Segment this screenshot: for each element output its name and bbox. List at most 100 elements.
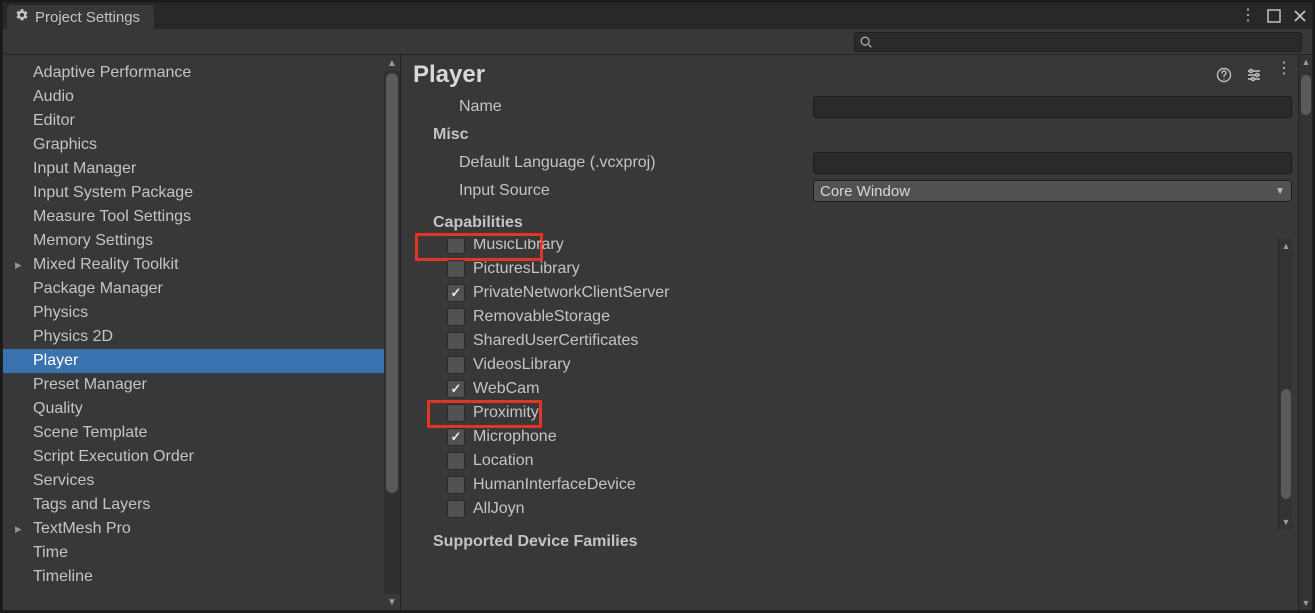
- default-language-input[interactable]: [813, 152, 1292, 174]
- sidebar-item-label: Physics: [33, 304, 88, 321]
- scroll-thumb[interactable]: [1281, 389, 1291, 499]
- name-row: Name: [413, 95, 1292, 119]
- sidebar-item-input-manager[interactable]: Input Manager: [3, 157, 384, 181]
- capability-label: VideosLibrary: [473, 356, 571, 374]
- capability-checkbox[interactable]: [447, 260, 465, 278]
- close-icon[interactable]: [1292, 8, 1308, 24]
- capability-label: Location: [473, 452, 534, 470]
- sidebar-item-label: Adaptive Performance: [33, 64, 191, 81]
- capability-checkbox[interactable]: [447, 332, 465, 350]
- capability-row-microphone: ✓ Microphone: [447, 425, 1274, 449]
- sidebar-item-label: Audio: [33, 88, 74, 105]
- capability-row-pictureslibrary: PicturesLibrary: [447, 257, 1274, 281]
- sidebar-item-physics-2d[interactable]: Physics 2D: [3, 325, 384, 349]
- sidebar-item-editor[interactable]: Editor: [3, 109, 384, 133]
- sidebar-item-label: Editor: [33, 112, 75, 129]
- sidebar-wrap: Adaptive Performance Audio Editor Graphi…: [3, 55, 401, 610]
- capability-checkbox[interactable]: [447, 500, 465, 518]
- default-language-label: Default Language (.vcxproj): [413, 154, 813, 172]
- scroll-down-icon[interactable]: ▼: [384, 594, 400, 610]
- capability-row-humaninterfacedevice: HumanInterfaceDevice: [447, 473, 1274, 497]
- scroll-down-icon[interactable]: ▼: [1299, 596, 1313, 610]
- capability-label: SharedUserCertificates: [473, 332, 638, 350]
- scroll-up-icon[interactable]: ▲: [384, 55, 400, 71]
- sidebar-item-audio[interactable]: Audio: [3, 85, 384, 109]
- capability-checkbox[interactable]: [447, 356, 465, 374]
- sidebar-item-memory-settings[interactable]: Memory Settings: [3, 229, 384, 253]
- help-icon[interactable]: [1216, 67, 1232, 83]
- capability-checkbox[interactable]: [447, 239, 465, 254]
- sidebar-item-scene-template[interactable]: Scene Template: [3, 421, 384, 445]
- gear-icon: [15, 8, 29, 26]
- main-header: Player ⋮: [413, 61, 1292, 89]
- sidebar-item-measure-tool-settings[interactable]: Measure Tool Settings: [3, 205, 384, 229]
- sidebar-item-services[interactable]: Services: [3, 469, 384, 493]
- capability-label: AllJoyn: [473, 500, 525, 518]
- sidebar-item-label: Timeline: [33, 568, 93, 585]
- sidebar-item-label: Player: [33, 352, 78, 369]
- sidebar-item-player[interactable]: Player: [3, 349, 384, 373]
- capability-row-webcam: ✓ WebCam: [447, 377, 1274, 401]
- sidebar-item-preset-manager[interactable]: Preset Manager: [3, 373, 384, 397]
- capabilities-section-row: Capabilities: [413, 211, 1292, 235]
- sidebar-item-tags-and-layers[interactable]: Tags and Layers: [3, 493, 384, 517]
- capability-label: MusicLibrary: [473, 239, 564, 254]
- sidebar-item-label: Script Execution Order: [33, 448, 194, 465]
- sidebar-item-label: Services: [33, 472, 94, 489]
- capability-checkbox[interactable]: ✓: [447, 428, 465, 446]
- capability-checkbox[interactable]: [447, 404, 465, 422]
- kebab-menu-icon[interactable]: ⋮: [1240, 8, 1256, 24]
- scroll-up-icon[interactable]: ▲: [1299, 55, 1313, 69]
- sidebar-item-mixed-reality-toolkit[interactable]: Mixed Reality Toolkit: [3, 253, 384, 277]
- tab-project-settings[interactable]: Project Settings: [7, 5, 154, 29]
- scroll-thumb[interactable]: [1301, 75, 1311, 115]
- capability-row-alljoyn: AllJoyn: [447, 497, 1274, 521]
- sidebar-scrollbar[interactable]: ▲ ▼: [384, 55, 400, 610]
- sidebar-item-label: Preset Manager: [33, 376, 147, 393]
- capability-checkbox[interactable]: ✓: [447, 284, 465, 302]
- capability-checkbox[interactable]: [447, 476, 465, 494]
- sidebar-item-adaptive-performance[interactable]: Adaptive Performance: [3, 61, 384, 85]
- capability-row-removablestorage: RemovableStorage: [447, 305, 1274, 329]
- sidebar-item-script-execution-order[interactable]: Script Execution Order: [3, 445, 384, 469]
- capability-checkbox[interactable]: ✓: [447, 380, 465, 398]
- sidebar-item-time[interactable]: Time: [3, 541, 384, 565]
- capability-label: PrivateNetworkClientServer: [473, 284, 670, 302]
- sidebar-item-textmesh-pro[interactable]: TextMesh Pro: [3, 517, 384, 541]
- input-source-dropdown[interactable]: Core Window ▼: [813, 180, 1292, 202]
- name-input[interactable]: [813, 96, 1292, 118]
- sidebar-item-quality[interactable]: Quality: [3, 397, 384, 421]
- sidebar-item-package-manager[interactable]: Package Manager: [3, 277, 384, 301]
- scroll-up-icon[interactable]: ▲: [1279, 239, 1293, 253]
- sidebar-item-graphics[interactable]: Graphics: [3, 133, 384, 157]
- capability-checkbox[interactable]: [447, 308, 465, 326]
- capability-checkbox[interactable]: [447, 452, 465, 470]
- kebab-menu-icon[interactable]: ⋮: [1276, 67, 1292, 83]
- capability-row-videoslibrary: VideosLibrary: [447, 353, 1274, 377]
- window-controls: ⋮: [1240, 5, 1308, 27]
- capability-row-privatenetworkclientserver: ✓ PrivateNetworkClientServer: [447, 281, 1274, 305]
- capabilities-list: MusicLibrary PicturesLibrary ✓ PrivateNe…: [433, 239, 1278, 529]
- sidebar-item-timeline[interactable]: Timeline: [3, 565, 384, 589]
- input-source-row: Input Source Core Window ▼: [413, 179, 1292, 203]
- section-label-capabilities: Capabilities: [413, 214, 813, 232]
- scroll-down-icon[interactable]: ▼: [1279, 515, 1293, 529]
- capabilities-scrollbar[interactable]: ▲ ▼: [1278, 239, 1292, 529]
- capability-label: Microphone: [473, 428, 557, 446]
- sidebar-item-label: Quality: [33, 400, 83, 417]
- search-input[interactable]: [854, 32, 1302, 52]
- preset-icon[interactable]: [1246, 67, 1262, 83]
- tab-bar: Project Settings ⋮: [3, 3, 1312, 29]
- sidebar-item-input-system-package[interactable]: Input System Package: [3, 181, 384, 205]
- sidebar-item-physics[interactable]: Physics: [3, 301, 384, 325]
- capability-row-proximity: Proximity: [447, 401, 1274, 425]
- scroll-thumb[interactable]: [386, 73, 398, 493]
- chevron-down-icon: ▼: [1275, 186, 1285, 197]
- search-icon: [859, 35, 873, 49]
- main-content: Player ⋮ Name M: [401, 55, 1298, 610]
- page-title: Player: [413, 61, 485, 89]
- maximize-icon[interactable]: [1266, 8, 1282, 24]
- main-scrollbar[interactable]: ▲ ▼: [1298, 55, 1312, 610]
- capability-row-location: Location: [447, 449, 1274, 473]
- tab-title: Project Settings: [35, 9, 140, 26]
